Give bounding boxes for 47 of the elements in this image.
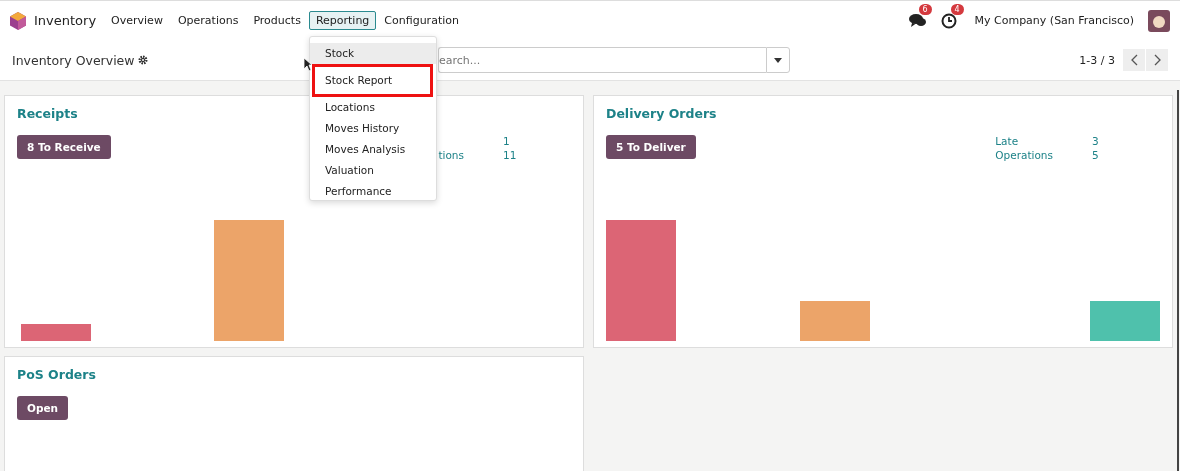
next-page-button[interactable] — [1146, 49, 1168, 71]
menu-tab[interactable]: Products — [246, 11, 308, 30]
chevron-right-icon — [1153, 54, 1161, 66]
stat-value[interactable]: 3 — [1092, 135, 1172, 147]
chevron-left-icon — [1130, 54, 1138, 66]
app-name[interactable]: Inventory — [34, 13, 97, 28]
search-options-toggle[interactable] — [766, 47, 790, 73]
action-button[interactable]: Open — [17, 396, 69, 420]
pager-value: 1-3 / 3 — [1079, 53, 1115, 67]
chart-bar — [21, 324, 91, 341]
scrollbar[interactable] — [1177, 90, 1179, 471]
search-field[interactable]: earch... — [438, 47, 766, 73]
menu-item[interactable]: Valuation — [310, 160, 436, 181]
stat-label[interactable]: Late — [995, 135, 1019, 147]
action-button[interactable]: 5 To Deliver — [606, 135, 696, 159]
menu-tab[interactable]: Overview — [104, 11, 170, 30]
menu-item[interactable]: Performance — [310, 181, 436, 202]
menu-tab[interactable]: Reporting — [308, 11, 377, 30]
chat-bubbles-icon[interactable] — [908, 12, 927, 29]
menu-item[interactable]: Moves History — [310, 118, 436, 139]
avatar-icon[interactable] — [1148, 9, 1170, 32]
gear-icon[interactable] — [137, 55, 148, 65]
message-count-badge: 6 — [918, 3, 932, 15]
page-title: Inventory Overview — [12, 52, 135, 68]
menu-item[interactable]: Locations — [310, 97, 436, 118]
card-title[interactable]: Receipts — [17, 106, 78, 121]
menu-item[interactable]: Stock Report — [315, 70, 430, 91]
menu-tab[interactable]: Configuration — [377, 11, 466, 30]
caret-icon — [774, 57, 782, 63]
company-switcher[interactable]: My Company (San Francisco) — [974, 14, 1134, 27]
menu-tab[interactable]: Operations — [170, 11, 246, 30]
menu-item[interactable]: Stock — [310, 43, 436, 64]
stat-label[interactable]: Operations — [995, 149, 1053, 161]
activity-count-badge: 4 — [950, 3, 964, 15]
cube-logo-icon[interactable] — [10, 11, 26, 30]
card-title[interactable]: Delivery Orders — [606, 106, 717, 121]
chart-bar — [1090, 301, 1160, 341]
stat-label[interactable]: tions — [438, 149, 464, 161]
clock-icon[interactable] — [940, 12, 957, 29]
stat-value[interactable]: 1 — [503, 135, 583, 147]
menu-item[interactable]: Moves Analysis — [310, 139, 436, 160]
previous-page-button[interactable] — [1123, 49, 1145, 71]
chart-bar — [800, 301, 870, 341]
stat-value[interactable]: 11 — [503, 149, 583, 161]
action-button[interactable]: 8 To Receive — [17, 135, 111, 159]
stat-value[interactable]: 5 — [1092, 149, 1172, 161]
card-title[interactable]: PoS Orders — [17, 367, 96, 382]
